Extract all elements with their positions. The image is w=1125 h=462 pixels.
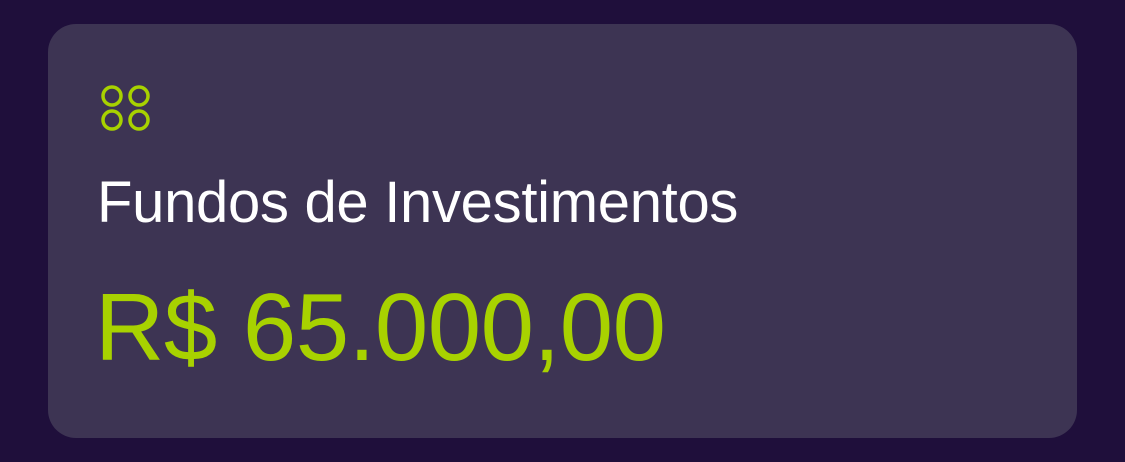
card-title: Fundos de Investimentos [97, 170, 739, 235]
balance-amount: R$ 65.000,00 [95, 274, 666, 381]
four-circles-icon [100, 84, 154, 132]
